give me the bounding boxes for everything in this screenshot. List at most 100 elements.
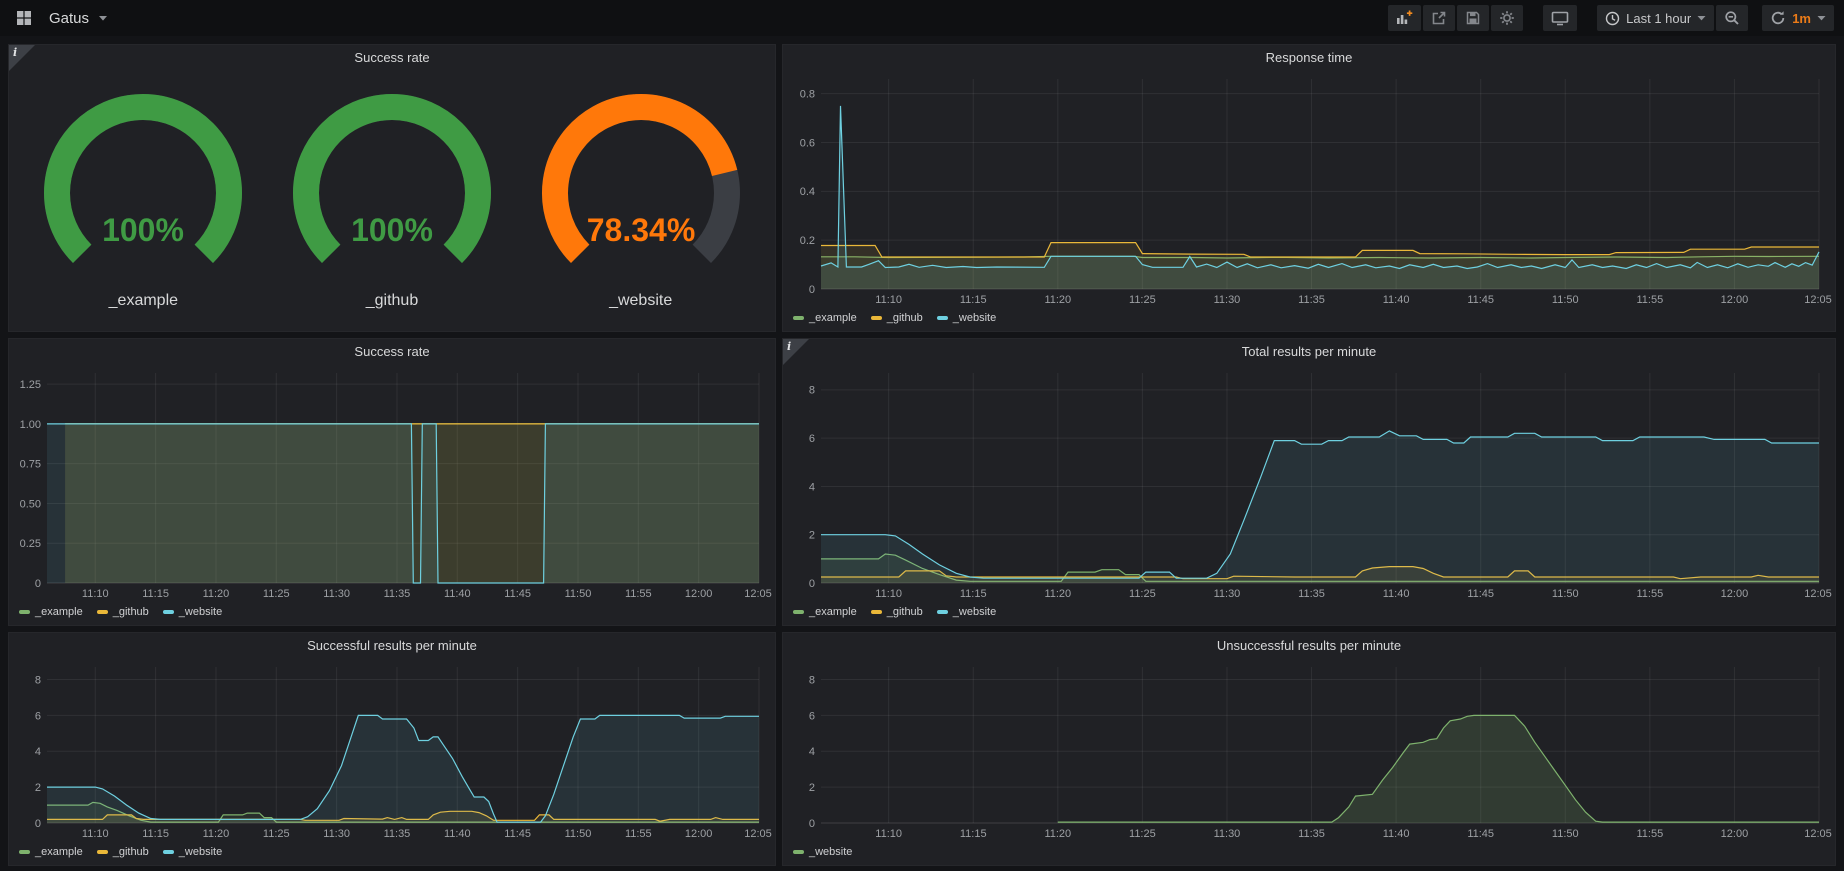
add-panel-button[interactable] [1388,5,1421,31]
legend-item-github[interactable]: _github [871,606,923,618]
successful-results-chart[interactable]: 0246811:1011:1511:2011:2511:3011:3511:40… [9,658,775,843]
panel-title[interactable]: Success rate [9,339,775,364]
svg-text:11:25: 11:25 [1129,828,1156,840]
panel-title[interactable]: Total results per minute [783,339,1835,364]
dashboard-grid: i Success rate 100%_example100%_github78… [0,36,1844,866]
panel-title[interactable]: Success rate [9,45,775,70]
refresh-interval-label: 1m [1792,11,1811,26]
svg-text:11:30: 11:30 [1214,294,1241,306]
svg-text:11:10: 11:10 [875,588,902,600]
refresh-caret-down-icon [1817,15,1826,21]
chart-legend: _example _github _website [783,309,1835,331]
svg-text:12:05: 12:05 [1804,294,1832,306]
gauge-label: _github [366,292,419,310]
legend-item-example[interactable]: _example [19,846,83,858]
svg-text:0: 0 [809,284,815,296]
legend-item-example[interactable]: _example [793,606,857,618]
legend-series-label: _github [887,312,923,324]
panel-info-corner-icon[interactable]: i [9,45,35,71]
gauges-row: 100%_example100%_github78.34%_website [9,70,775,331]
panel-info-corner-icon[interactable]: i [783,339,809,365]
svg-text:11:30: 11:30 [1214,588,1241,600]
time-range-picker[interactable]: Last 1 hour [1597,5,1714,31]
legend-item-github[interactable]: _github [97,606,149,618]
gauge-value: 100% [102,212,184,248]
svg-text:11:50: 11:50 [1552,588,1579,600]
total-results-chart[interactable]: 0246811:1011:1511:2011:2511:3011:3511:40… [783,364,1835,603]
svg-text:0: 0 [35,578,41,590]
svg-text:11:40: 11:40 [1383,294,1410,306]
svg-text:11:10: 11:10 [82,828,109,840]
share-dashboard-button[interactable] [1423,5,1455,31]
svg-text:11:15: 11:15 [142,828,169,840]
svg-text:11:10: 11:10 [875,294,902,306]
unsuccessful-results-chart[interactable]: 0246811:1011:1511:2011:2511:3011:3511:40… [783,658,1835,843]
refresh-picker[interactable]: 1m [1762,5,1834,31]
svg-text:11:55: 11:55 [625,588,652,600]
legend-item-website[interactable]: _website [937,606,996,618]
cycle-view-mode-button[interactable] [1543,5,1577,31]
legend-series-marker [19,610,30,614]
time-range-label: Last 1 hour [1626,11,1691,26]
svg-text:12:00: 12:00 [685,828,713,840]
gauge-value: 100% [351,212,433,248]
legend-item-website[interactable]: _website [793,846,852,858]
svg-text:11:45: 11:45 [1467,828,1494,840]
svg-text:11:15: 11:15 [960,828,987,840]
svg-text:11:30: 11:30 [323,588,350,600]
svg-text:12:00: 12:00 [1721,588,1749,600]
svg-text:12:05: 12:05 [744,828,772,840]
legend-series-label: _github [887,606,923,618]
legend-series-label: _website [179,606,222,618]
svg-text:4: 4 [35,746,41,758]
svg-text:11:15: 11:15 [960,588,987,600]
svg-text:2: 2 [809,782,815,794]
legend-series-label: _example [35,846,83,858]
legend-series-label: _website [809,846,852,858]
title-caret-down-icon[interactable] [98,15,108,21]
legend-item-example[interactable]: _example [19,606,83,618]
svg-text:1.25: 1.25 [20,379,41,391]
save-dashboard-button[interactable] [1457,5,1489,31]
success-rate-chart[interactable]: 00.250.500.751.001.2511:1011:1511:2011:2… [9,364,775,603]
svg-text:6: 6 [809,710,815,722]
svg-text:11:40: 11:40 [444,828,471,840]
svg-text:11:50: 11:50 [565,588,592,600]
legend-item-website[interactable]: _website [163,606,222,618]
svg-text:11:10: 11:10 [82,588,109,600]
legend-series-marker [19,850,30,854]
response-time-chart[interactable]: 00.20.40.60.811:1011:1511:2011:2511:3011… [783,70,1835,309]
panel-title[interactable]: Response time [783,45,1835,70]
svg-text:8: 8 [809,674,815,686]
svg-text:6: 6 [35,710,41,722]
legend-item-github[interactable]: _github [97,846,149,858]
svg-text:11:20: 11:20 [203,588,230,600]
zoom-out-button[interactable] [1716,5,1748,31]
dashboard-title[interactable]: Gatus [49,10,89,27]
svg-text:11:25: 11:25 [1129,294,1156,306]
legend-item-website[interactable]: _website [937,312,996,324]
legend-series-label: _website [953,606,996,618]
legend-series-label: _github [113,606,149,618]
svg-text:11:20: 11:20 [1044,828,1071,840]
svg-text:11:55: 11:55 [625,828,652,840]
legend-item-github[interactable]: _github [871,312,923,324]
gauge-arc: 100% [272,92,512,290]
legend-item-example[interactable]: _example [793,312,857,324]
panel-title[interactable]: Unsuccessful results per minute [783,633,1835,658]
legend-item-website[interactable]: _website [163,846,222,858]
dashboard-settings-button[interactable] [1491,5,1523,31]
refresh-icon [1770,10,1786,26]
svg-text:11:20: 11:20 [203,828,230,840]
panel-title[interactable]: Successful results per minute [9,633,775,658]
svg-text:11:35: 11:35 [384,588,411,600]
legend-series-marker [871,610,882,614]
chart-legend: _example _github _website [9,843,775,865]
svg-text:0: 0 [35,818,41,830]
legend-series-label: _example [809,312,857,324]
panel-success-rate-timeseries: Success rate 00.250.500.751.001.2511:101… [8,338,776,626]
gauge-label: _example [109,292,178,310]
svg-text:8: 8 [35,674,41,686]
dashboards-grid-button[interactable] [8,5,40,31]
gauge-label: _website [609,292,672,310]
